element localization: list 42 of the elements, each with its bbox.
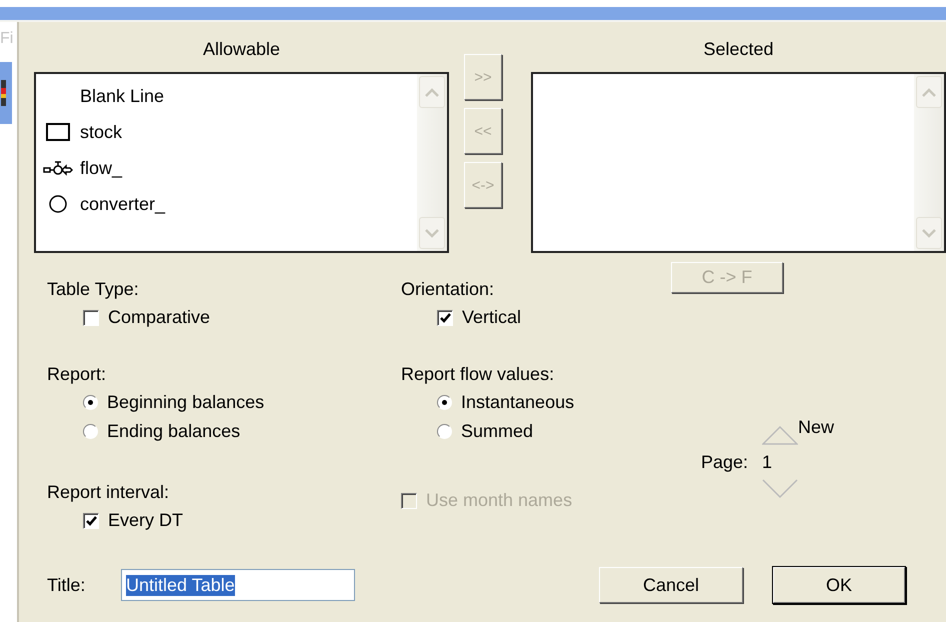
scroll-up-icon	[425, 88, 439, 96]
checkbox[interactable]: Comparative	[83, 303, 401, 332]
checkmark-icon	[440, 312, 450, 322]
title-label: Title:	[47, 574, 86, 596]
ok-button[interactable]: OK	[773, 567, 905, 603]
scrollbar[interactable]	[417, 74, 447, 251]
list-item[interactable]: Blank Line	[80, 86, 164, 106]
app-icon	[0, 78, 8, 108]
list-item[interactable]: converter_	[80, 194, 166, 214]
list-caption: Selected	[703, 38, 774, 61]
cancel-button[interactable]: Cancel	[599, 567, 743, 603]
list-item[interactable]: stock	[80, 122, 122, 142]
group-label: Table Type:	[47, 278, 140, 301]
new-page-label: New	[798, 417, 834, 438]
page-label: Page:	[701, 452, 748, 472]
list-item[interactable]: flow_	[80, 158, 122, 178]
scroll-up-icon	[922, 88, 936, 96]
menu-text: Fi	[0, 30, 14, 48]
scroll-down-icon	[425, 228, 439, 238]
title-field[interactable]: Untitled Table	[121, 569, 355, 601]
scrollbar[interactable]	[914, 74, 944, 251]
checkmark-icon	[86, 516, 96, 526]
valve-icon	[43, 160, 73, 176]
selected-list[interactable]	[531, 72, 946, 253]
group-label: Report interval:	[47, 481, 170, 504]
radio-button[interactable]: Beginning balances	[83, 388, 401, 417]
group-label: Orientation:	[401, 278, 496, 301]
circle-icon	[48, 194, 68, 214]
page-up-icon[interactable]	[762, 425, 798, 445]
page-down-icon[interactable]	[762, 479, 798, 499]
rectangle-icon	[46, 123, 70, 141]
radio-button[interactable]: Summed	[437, 417, 701, 446]
scroll-down-icon	[922, 228, 936, 238]
radio-button[interactable]: Ending balances	[83, 417, 401, 446]
checkbox[interactable]: Every DT	[83, 506, 401, 535]
radio-button[interactable]: Instantaneous	[437, 388, 701, 417]
list-caption: Allowable	[202, 38, 280, 61]
allowable-list[interactable]: Blank Line stock flow_ converter_	[34, 72, 449, 253]
group-label: Report:	[47, 363, 108, 386]
page-number: 1	[762, 451, 774, 474]
checkbox[interactable]: Vertical	[437, 303, 701, 332]
group-label: Report flow values:	[401, 363, 556, 386]
